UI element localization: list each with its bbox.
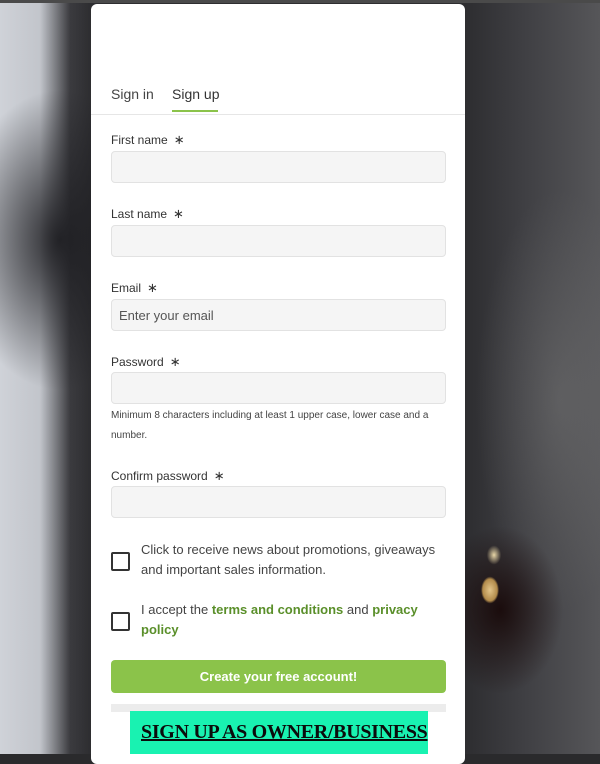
signup-owner-business-button[interactable]: SIGN UP AS OWNER/BUSINESS (130, 711, 428, 754)
password-hint: Minimum 8 characters including at least … (111, 410, 429, 441)
required-asterisk: ∗ (173, 132, 185, 147)
last-name-label: Last name ∗ (111, 206, 184, 221)
tab-sign-up[interactable]: Sign up (172, 86, 219, 102)
newsletter-checkbox[interactable] (111, 552, 130, 571)
confirm-password-label: Confirm password ∗ (111, 468, 225, 483)
tab-sign-in[interactable]: Sign in (111, 86, 154, 102)
email-label: Email ∗ (111, 280, 158, 295)
terms-link[interactable]: terms and conditions (212, 602, 343, 617)
required-asterisk: ∗ (147, 280, 158, 295)
auth-tabs: Sign in Sign up (91, 84, 465, 115)
top-border (0, 0, 600, 3)
required-asterisk: ∗ (169, 354, 181, 369)
last-name-field[interactable] (111, 225, 446, 257)
required-asterisk: ∗ (173, 206, 184, 221)
first-name-field[interactable] (111, 151, 446, 183)
password-field[interactable] (111, 372, 446, 404)
terms-checkbox[interactable] (111, 612, 130, 631)
signup-card: Sign in Sign up First name ∗ Last name ∗ E… (91, 4, 465, 764)
confirm-password-field[interactable] (111, 486, 446, 518)
first-name-label: First name ∗ (111, 132, 185, 147)
required-asterisk: ∗ (213, 468, 225, 483)
newsletter-text: Click to receive news about promotions, … (141, 542, 436, 577)
email-field[interactable] (111, 299, 446, 331)
create-account-button[interactable]: Create your free account! (111, 660, 446, 693)
terms-text: I accept the terms and conditions and pr… (141, 602, 418, 637)
active-tab-indicator (172, 110, 218, 112)
password-label: Password ∗ (111, 354, 181, 369)
dog-teeth-detail (472, 520, 508, 620)
